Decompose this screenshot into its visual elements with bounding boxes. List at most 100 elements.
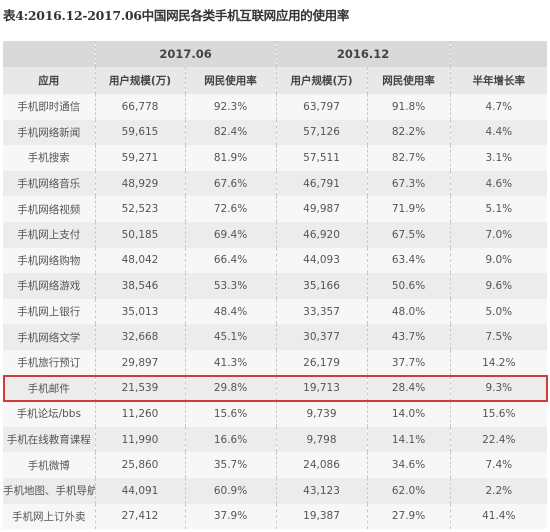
rate-2017-06-cell: 82.4% — [184, 119, 277, 146]
table-row: 手机网络音乐 48,929 67.6% 46,791 67.3% 4.6% — [3, 170, 548, 197]
column-header-users-2016-12: 用户规模(万) — [275, 67, 368, 94]
table-row: 手机网络新闻 59,615 82.4% 57,126 82.2% 4.4% — [3, 119, 548, 146]
users-2017-06-cell: 59,271 — [94, 145, 185, 171]
app-cell: 手机网络音乐 — [3, 170, 95, 197]
growth-cell: 2.2% — [449, 477, 548, 504]
users-2017-06-cell: 66,778 — [94, 94, 185, 120]
growth-cell: 14.2% — [449, 349, 548, 376]
growth-cell: 9.3% — [449, 375, 548, 402]
rate-2017-06-cell: 37.9% — [184, 503, 277, 530]
growth-cell: 9.6% — [449, 273, 548, 299]
rate-2017-06-cell: 15.6% — [184, 401, 277, 427]
users-2016-12-cell: 35,166 — [275, 273, 368, 299]
growth-cell: 9.0% — [449, 247, 548, 274]
app-cell: 手机搜索 — [3, 145, 95, 171]
users-2017-06-cell: 25,860 — [94, 452, 185, 478]
column-header-app: 应用 — [3, 67, 95, 94]
rate-2017-06-cell: 92.3% — [184, 94, 277, 120]
users-2017-06-cell: 11,990 — [94, 426, 185, 453]
growth-cell: 4.6% — [449, 170, 548, 197]
rate-2017-06-cell: 41.3% — [184, 349, 277, 376]
rate-2016-12-cell: 14.0% — [366, 401, 451, 427]
header-period-2016-12: 2016.12 — [275, 41, 451, 67]
table-row: 手机搜索 59,271 81.9% 57,511 82.7% 3.1% — [3, 145, 548, 171]
rate-2016-12-cell: 37.7% — [366, 349, 451, 376]
users-2016-12-cell: 9,798 — [275, 426, 368, 453]
rate-2016-12-cell: 62.0% — [366, 477, 451, 504]
table-row-highlighted: 手机邮件 21,539 29.8% 19,713 28.4% 9.3% — [3, 375, 548, 402]
rate-2017-06-cell: 69.4% — [184, 221, 277, 248]
users-2016-12-cell: 26,179 — [275, 349, 368, 376]
users-2017-06-cell: 52,523 — [94, 196, 185, 222]
users-2017-06-cell: 32,668 — [94, 324, 185, 350]
rate-2017-06-cell: 48.4% — [184, 298, 277, 325]
users-2016-12-cell: 43,123 — [275, 477, 368, 504]
rate-2016-12-cell: 91.8% — [366, 94, 451, 120]
header-period-2017-06: 2017.06 — [94, 41, 277, 67]
users-2016-12-cell: 9,739 — [275, 401, 368, 427]
users-2016-12-cell: 57,511 — [275, 145, 368, 171]
header-row-columns: 应用 用户规模(万) 网民使用率 用户规模(万) 网民使用率 半年增长率 — [3, 67, 548, 94]
app-cell: 手机网上订外卖 — [3, 503, 95, 530]
rate-2017-06-cell: 67.6% — [184, 170, 277, 197]
app-cell: 手机微博 — [3, 452, 95, 478]
header-blank-growth — [449, 41, 548, 67]
users-2017-06-cell: 29,897 — [94, 349, 185, 376]
users-2016-12-cell: 33,357 — [275, 298, 368, 325]
growth-cell: 4.7% — [449, 94, 548, 120]
users-2016-12-cell: 49,987 — [275, 196, 368, 222]
app-cell: 手机地图、手机导航 — [3, 477, 95, 504]
rate-2016-12-cell: 27.9% — [366, 503, 451, 530]
header-blank — [3, 41, 95, 67]
table-row: 手机即时通信 66,778 92.3% 63,797 91.8% 4.7% — [3, 94, 548, 120]
users-2017-06-cell: 50,185 — [94, 221, 185, 248]
table-body: 手机即时通信 66,778 92.3% 63,797 91.8% 4.7% 手机网络新闻 59… — [3, 94, 548, 530]
table-row: 手机地图、手机导航 44,091 60.9% 43,123 62.0% 2.2% — [3, 477, 548, 504]
users-2017-06-cell: 27,412 — [94, 503, 185, 530]
users-2016-12-cell: 19,713 — [275, 375, 368, 402]
table-title: 表4:2016.12-2017.06中国网民各类手机互联网应用的使用率 — [3, 8, 350, 23]
column-header-growth: 半年增长率 — [449, 67, 548, 94]
rate-2016-12-cell: 50.6% — [366, 273, 451, 299]
users-2017-06-cell: 11,260 — [94, 401, 185, 427]
users-2016-12-cell: 57,126 — [275, 119, 368, 146]
rate-2016-12-cell: 67.5% — [366, 221, 451, 248]
header-row-periods: 2017.06 2016.12 — [3, 41, 548, 67]
users-2017-06-cell: 21,539 — [94, 375, 185, 402]
growth-cell: 4.4% — [449, 119, 548, 146]
users-2016-12-cell: 46,920 — [275, 221, 368, 248]
app-cell: 手机网上银行 — [3, 298, 95, 325]
app-cell: 手机网络新闻 — [3, 119, 95, 146]
column-header-users-2017-06: 用户规模(万) — [94, 67, 185, 94]
rate-2017-06-cell: 81.9% — [184, 145, 277, 171]
rate-2017-06-cell: 66.4% — [184, 247, 277, 274]
rate-2016-12-cell: 67.3% — [366, 170, 451, 197]
rate-2017-06-cell: 16.6% — [184, 426, 277, 453]
users-2016-12-cell: 63,797 — [275, 94, 368, 120]
growth-cell: 22.4% — [449, 426, 548, 453]
table-row: 手机网络视频 52,523 72.6% 49,987 71.9% 5.1% — [3, 196, 548, 222]
rate-2017-06-cell: 60.9% — [184, 477, 277, 504]
table-row: 手机网络游戏 38,546 53.3% 35,166 50.6% 9.6% — [3, 273, 548, 299]
rate-2016-12-cell: 14.1% — [366, 426, 451, 453]
mobile-app-usage-table: 2017.06 2016.12 应用 用户规模(万) 网民使用率 用户规模(万)… — [3, 41, 548, 530]
users-2016-12-cell: 30,377 — [275, 324, 368, 350]
rate-2016-12-cell: 43.7% — [366, 324, 451, 350]
rate-2017-06-cell: 45.1% — [184, 324, 277, 350]
app-cell: 手机论坛/bbs — [3, 401, 95, 427]
app-cell: 手机即时通信 — [3, 94, 95, 120]
table-row: 手机网上支付 50,185 69.4% 46,920 67.5% 7.0% — [3, 221, 548, 248]
table-row: 手机在线教育课程 11,990 16.6% 9,798 14.1% 22.4% — [3, 426, 548, 453]
users-2016-12-cell: 44,093 — [275, 247, 368, 274]
rate-2016-12-cell: 82.2% — [366, 119, 451, 146]
users-2016-12-cell: 19,387 — [275, 503, 368, 530]
table-row: 手机网上订外卖 27,412 37.9% 19,387 27.9% 41.4% — [3, 503, 548, 530]
app-cell: 手机网上支付 — [3, 221, 95, 248]
rate-2016-12-cell: 34.6% — [366, 452, 451, 478]
growth-cell: 5.1% — [449, 196, 548, 222]
app-cell: 手机网络视频 — [3, 196, 95, 222]
users-2017-06-cell: 38,546 — [94, 273, 185, 299]
app-cell: 手机旅行预订 — [3, 349, 95, 376]
growth-cell: 5.0% — [449, 298, 548, 325]
users-2017-06-cell: 35,013 — [94, 298, 185, 325]
